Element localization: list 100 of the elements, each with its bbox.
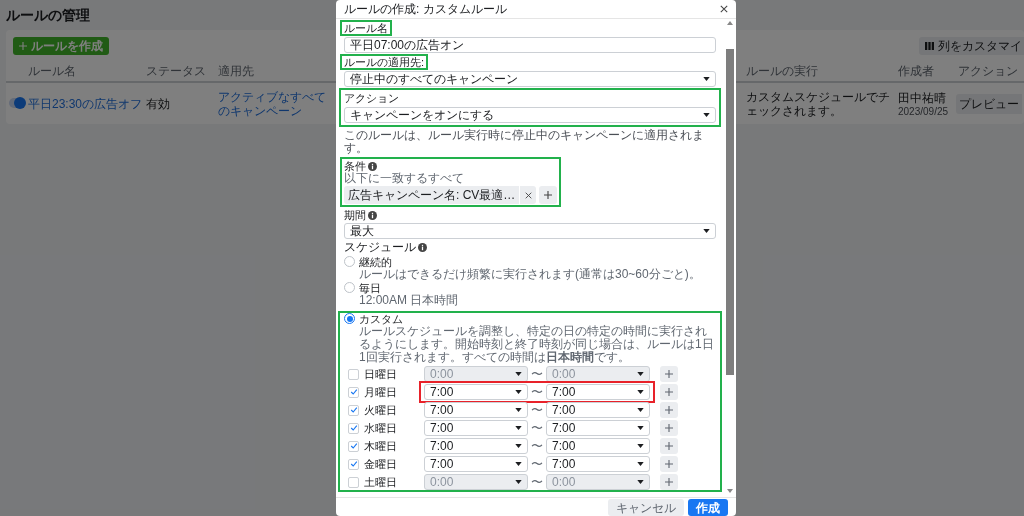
day-label: 木曜日 [364,438,398,454]
add-time-button[interactable] [660,438,678,454]
tilde-separator: 〜 [530,366,544,383]
add-time-button[interactable] [660,366,678,382]
caret-icon [637,426,644,430]
field-label: ルールの適用先: [344,56,425,68]
plus-icon [544,191,553,199]
caret-icon [637,372,644,376]
add-time-button[interactable] [660,456,678,472]
dropdown-select[interactable]: 停止中のすべてのキャンペーン [344,71,716,87]
day-checkbox[interactable] [348,386,359,398]
option-description: ルールスケジュールを調整し、特定の日の特定の時間に実行されるようにします。開始時刻と終了時刻が同じ場合は、ルールは1日1回実行されます。すべての時間は日本時間です。 [359,325,715,364]
end-time-select[interactable]: 7:00 [546,456,650,472]
column-header: 作成者 [898,64,934,78]
column-header: 適用先 [218,64,254,78]
caret-icon [637,444,644,448]
option-label: 毎日 [359,282,382,294]
caret-icon [515,462,522,466]
day-checkbox[interactable] [348,476,359,488]
condition-chip[interactable]: 広告キャンペーン名: CV最適… [344,186,537,204]
caret-icon [515,444,522,448]
field-sublabel: 以下に一致するすべて [344,172,465,185]
table-cell-text: 有効 [146,96,171,113]
plus-icon [665,406,673,414]
end-time-select[interactable]: 7:00 [546,420,650,436]
start-time-select[interactable]: 7:00 [424,456,528,472]
field-label: 条件 [344,160,366,172]
caret-icon [637,390,644,394]
period-select[interactable]: 最大 [344,223,716,239]
plus-icon [665,370,673,378]
tilde-separator: 〜 [530,474,544,491]
field-label: 期間 [344,209,366,221]
end-time-select[interactable]: 7:00 [546,402,650,418]
day-checkbox[interactable] [348,458,359,470]
remove-icon[interactable] [524,191,532,199]
start-time-select[interactable]: 7:00 [424,402,528,418]
caret-icon [703,229,710,233]
option-description: ルールはできるだけ頻繁に実行されます(通常は30~60分ごと)。 [359,268,701,281]
preview-button[interactable]: プレビュー [956,94,1022,114]
option-description: 12:00AM 日本時間 [359,294,459,307]
day-checkbox[interactable] [348,368,359,380]
cancel-button[interactable]: キャンセル [608,498,684,516]
tilde-separator: 〜 [530,402,544,419]
create-button[interactable]: 作成 [688,498,728,516]
caret-icon [515,372,522,376]
column-header: ルールの実行 [746,64,818,78]
add-time-button[interactable] [660,474,678,490]
start-time-select[interactable]: 7:00 [424,420,528,436]
start-time-select[interactable]: 7:00 [424,438,528,454]
day-label: 火曜日 [364,402,398,418]
tilde-separator: 〜 [530,456,544,473]
day-label: 月曜日 [364,384,398,400]
plus-icon [665,460,673,468]
end-time-select[interactable]: 7:00 [546,384,650,400]
column-header: アクション [958,64,1018,78]
day-label: 土曜日 [364,474,398,490]
add-time-button[interactable] [660,420,678,436]
plus-icon [665,424,673,432]
columns-icon [925,42,934,50]
field-label: ルール名 [344,22,388,34]
page-title: ルールの管理 [6,6,90,25]
day-checkbox[interactable] [348,404,359,416]
table-cell-text: カスタムスケジュールでチェックされます。 [746,90,891,118]
day-checkbox[interactable] [348,422,359,434]
dropdown-select[interactable]: キャンペーンをオンにする [344,107,716,123]
field-label: スケジュール [344,241,416,254]
rule-name-input[interactable]: 平日07:00の広告オン [344,37,716,53]
day-label: 日曜日 [364,366,398,382]
info-icon [368,161,377,171]
plus-icon [665,388,673,396]
customize-columns-button[interactable]: 列をカスタマイ [919,37,1024,55]
tilde-separator: 〜 [530,420,544,437]
info-icon [368,210,377,220]
end-time-select[interactable]: 7:00 [546,438,650,454]
caret-icon [637,462,644,466]
day-checkbox[interactable] [348,440,359,452]
caret-icon [637,408,644,412]
day-label: 水曜日 [364,420,398,436]
tilde-separator: 〜 [530,384,544,401]
caret-icon [637,480,644,484]
start-time-select[interactable]: 7:00 [424,384,528,400]
plus-icon [665,442,673,450]
created-date: 2023/09/25 [898,106,949,117]
day-label: 金曜日 [364,456,398,472]
add-condition-button[interactable] [539,186,558,204]
option-label: 継続的 [359,256,393,268]
column-header: ステータス [146,64,206,78]
add-time-button[interactable] [660,402,678,418]
option-label: カスタム [359,313,404,325]
plus-icon [19,42,27,50]
help-text: このルールは、ルール実行時に停止中のキャンペーンに適用されます。 [344,129,705,155]
caret-icon [515,426,522,430]
info-icon [418,243,427,252]
add-time-button[interactable] [660,384,678,400]
toggle-switch[interactable] [9,98,25,108]
caret-icon [515,408,522,412]
field-label: アクション [344,92,399,104]
close-icon[interactable] [720,5,728,13]
caret-icon [515,390,522,394]
modal-title: ルールの作成: カスタムルール [344,1,507,18]
